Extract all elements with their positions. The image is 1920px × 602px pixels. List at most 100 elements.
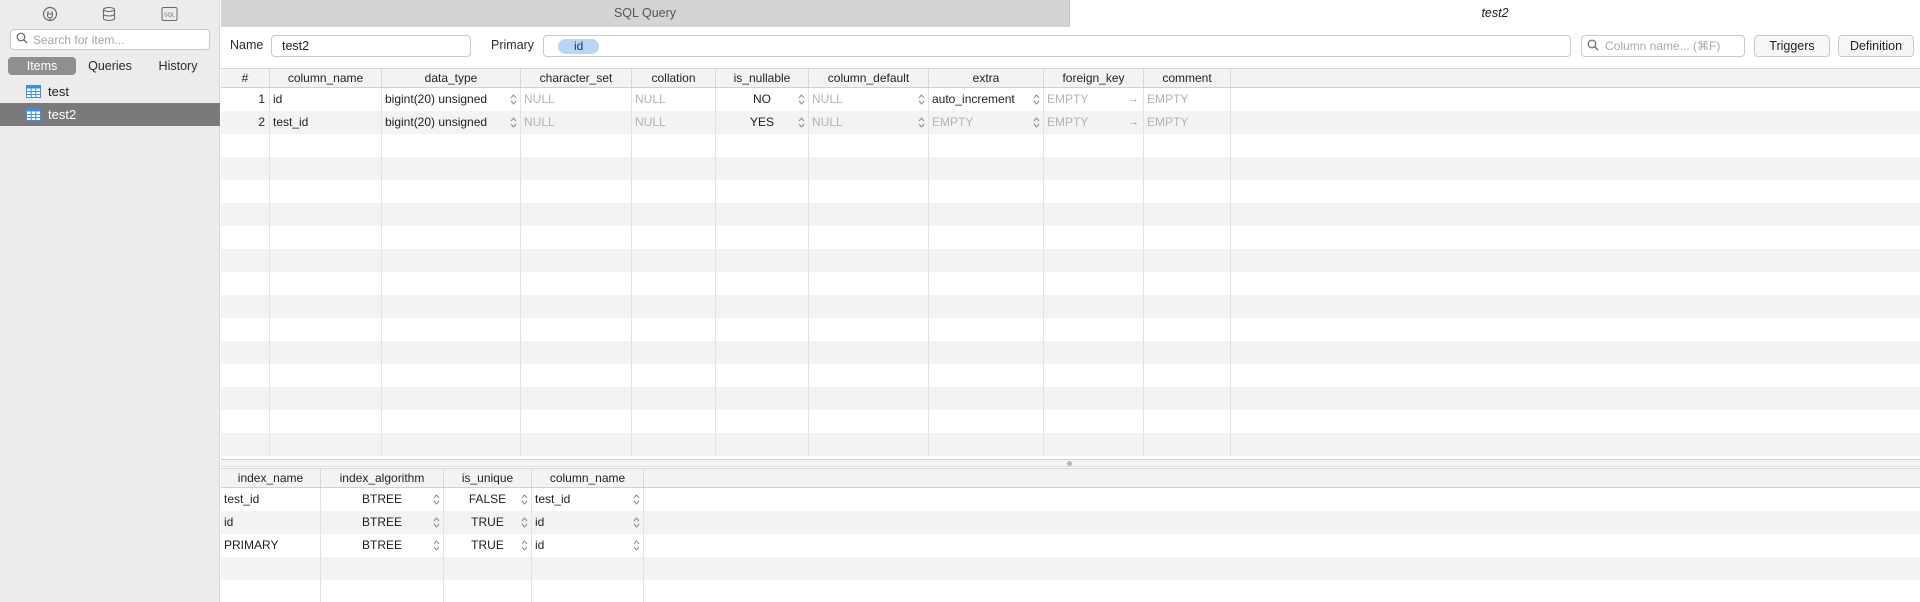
database-icon[interactable] bbox=[100, 5, 118, 23]
table-cell[interactable] bbox=[1144, 433, 1231, 456]
table-cell[interactable] bbox=[716, 364, 809, 387]
stepper-icon[interactable] bbox=[798, 117, 805, 128]
table-cell[interactable] bbox=[716, 226, 809, 249]
table-cell[interactable]: test_id bbox=[270, 111, 382, 134]
table-cell[interactable]: TRUE bbox=[444, 511, 532, 534]
stepper-icon[interactable] bbox=[1033, 117, 1040, 128]
table-cell[interactable] bbox=[521, 341, 632, 364]
table-cell[interactable]: EMPTY bbox=[929, 111, 1044, 134]
stepper-icon[interactable] bbox=[510, 94, 517, 105]
table-cell[interactable] bbox=[809, 318, 929, 341]
table-cell[interactable] bbox=[929, 341, 1044, 364]
table-cell[interactable] bbox=[716, 318, 809, 341]
column-header[interactable]: is_nullable bbox=[716, 69, 809, 87]
column-header[interactable]: is_unique bbox=[444, 469, 532, 487]
table-cell[interactable] bbox=[929, 295, 1044, 318]
table-row[interactable] bbox=[221, 249, 1920, 272]
table-row[interactable] bbox=[221, 203, 1920, 226]
table-cell[interactable] bbox=[1044, 249, 1144, 272]
table-cell[interactable] bbox=[716, 180, 809, 203]
table-cell[interactable]: EMPTY bbox=[1144, 88, 1231, 111]
table-cell[interactable] bbox=[632, 157, 716, 180]
table-cell[interactable] bbox=[221, 295, 270, 318]
stepper-icon[interactable] bbox=[798, 94, 805, 105]
table-cell[interactable]: NULL bbox=[632, 111, 716, 134]
table-cell[interactable] bbox=[221, 203, 270, 226]
table-cell[interactable] bbox=[1044, 157, 1144, 180]
table-cell[interactable]: auto_increment bbox=[929, 88, 1044, 111]
table-cell[interactable] bbox=[270, 341, 382, 364]
segment-history[interactable]: History bbox=[144, 57, 212, 75]
column-header[interactable]: comment bbox=[1144, 69, 1231, 87]
stepper-icon[interactable] bbox=[633, 540, 640, 551]
table-cell[interactable] bbox=[1044, 387, 1144, 410]
table-cell[interactable]: NULL bbox=[632, 88, 716, 111]
table-cell[interactable] bbox=[270, 387, 382, 410]
table-cell[interactable] bbox=[382, 364, 521, 387]
table-cell[interactable] bbox=[521, 295, 632, 318]
table-cell[interactable]: YES bbox=[716, 111, 809, 134]
table-cell[interactable]: PRIMARY bbox=[221, 534, 321, 557]
column-header[interactable]: foreign_key bbox=[1044, 69, 1144, 87]
table-row[interactable] bbox=[221, 580, 1920, 602]
primary-key-token[interactable]: id bbox=[558, 39, 600, 54]
table-cell[interactable]: id bbox=[532, 534, 644, 557]
table-cell[interactable] bbox=[382, 387, 521, 410]
table-cell[interactable] bbox=[809, 203, 929, 226]
table-cell[interactable] bbox=[1044, 341, 1144, 364]
table-cell[interactable] bbox=[270, 249, 382, 272]
table-cell[interactable] bbox=[521, 180, 632, 203]
divider-handle[interactable] bbox=[1067, 461, 1072, 466]
table-cell[interactable] bbox=[221, 134, 270, 157]
table-cell[interactable] bbox=[632, 249, 716, 272]
table-cell[interactable] bbox=[382, 134, 521, 157]
tab-test2[interactable]: test2 bbox=[1070, 0, 1920, 27]
segment-items[interactable]: Items bbox=[8, 57, 76, 75]
stepper-icon[interactable] bbox=[433, 494, 440, 505]
table-row[interactable] bbox=[221, 226, 1920, 249]
table-cell[interactable] bbox=[809, 249, 929, 272]
table-cell[interactable] bbox=[521, 134, 632, 157]
plug-icon[interactable] bbox=[41, 5, 59, 23]
triggers-button[interactable]: Triggers bbox=[1754, 35, 1830, 57]
table-cell[interactable] bbox=[929, 226, 1044, 249]
table-cell[interactable] bbox=[221, 580, 321, 602]
stepper-icon[interactable] bbox=[633, 517, 640, 528]
sidebar-item-test[interactable]: test bbox=[0, 80, 220, 103]
sidebar-search-input[interactable] bbox=[33, 32, 208, 47]
table-cell[interactable]: id bbox=[221, 511, 321, 534]
table-cell[interactable] bbox=[221, 180, 270, 203]
table-cell[interactable] bbox=[444, 557, 532, 580]
column-search[interactable] bbox=[1581, 35, 1745, 57]
arrow-right-icon[interactable]: → bbox=[1128, 111, 1139, 134]
table-row[interactable] bbox=[221, 180, 1920, 203]
table-cell[interactable] bbox=[929, 272, 1044, 295]
table-cell[interactable] bbox=[521, 318, 632, 341]
stepper-icon[interactable] bbox=[633, 494, 640, 505]
table-cell[interactable] bbox=[532, 580, 644, 602]
table-cell[interactable] bbox=[1144, 364, 1231, 387]
column-search-input[interactable] bbox=[1605, 39, 1735, 53]
tab-sql-query[interactable]: SQL Query bbox=[221, 0, 1070, 27]
table-cell[interactable] bbox=[270, 203, 382, 226]
table-cell[interactable]: NULL bbox=[809, 111, 929, 134]
table-cell[interactable] bbox=[521, 364, 632, 387]
table-cell[interactable] bbox=[1044, 410, 1144, 433]
table-cell[interactable] bbox=[270, 226, 382, 249]
table-cell[interactable] bbox=[221, 341, 270, 364]
segment-queries[interactable]: Queries bbox=[76, 57, 144, 75]
table-cell[interactable] bbox=[270, 134, 382, 157]
stepper-icon[interactable] bbox=[433, 540, 440, 551]
table-cell[interactable] bbox=[632, 318, 716, 341]
table-cell[interactable] bbox=[1144, 226, 1231, 249]
table-cell[interactable] bbox=[929, 364, 1044, 387]
table-row[interactable] bbox=[221, 433, 1920, 456]
table-cell[interactable] bbox=[521, 410, 632, 433]
table-cell[interactable]: 1 bbox=[221, 88, 270, 111]
table-cell[interactable] bbox=[716, 341, 809, 364]
table-cell[interactable] bbox=[321, 580, 444, 602]
table-cell[interactable] bbox=[1144, 180, 1231, 203]
arrow-right-icon[interactable]: → bbox=[1128, 88, 1139, 111]
table-cell[interactable] bbox=[809, 180, 929, 203]
table-cell[interactable] bbox=[1144, 410, 1231, 433]
